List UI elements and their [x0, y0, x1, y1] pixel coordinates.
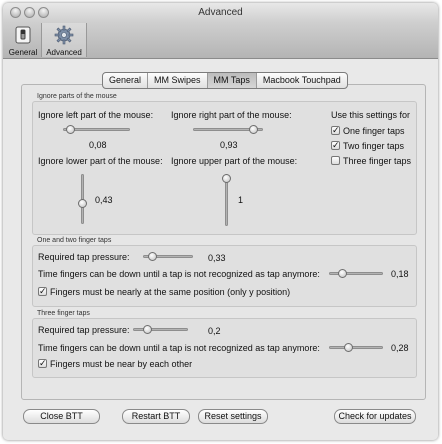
ignore-lower-slider[interactable]: [78, 174, 87, 224]
ignore-upper-label: Ignore upper part of the mouse:: [171, 156, 298, 166]
slider-knob[interactable]: [148, 252, 157, 261]
toolbar-label-advanced: Advanced: [46, 48, 82, 57]
ignore-left-value: 0,08: [89, 140, 107, 150]
time-label: Time fingers can be down until a tap is …: [38, 269, 320, 279]
ignore-left-label: Ignore left part of the mouse:: [38, 110, 154, 120]
time-value: 0,18: [391, 269, 409, 279]
one-two-section-box: Required tap pressure: 0,33 Time fingers…: [32, 245, 417, 307]
same-position-label: Fingers must be nearly at the same posit…: [50, 287, 291, 297]
ignore-upper-slider[interactable]: [222, 174, 231, 226]
title-bar: Advanced: [3, 3, 438, 22]
time-slider[interactable]: [329, 269, 383, 278]
tab-macbook-touchpad[interactable]: Macbook Touchpad: [257, 73, 347, 88]
restart-btt-button[interactable]: Restart BTT: [122, 409, 190, 424]
same-position-checkbox[interactable]: ✓: [38, 287, 47, 296]
one-two-section-title: One and two finger taps: [37, 237, 112, 244]
ignore-lower-label: Ignore lower part of the mouse:: [38, 156, 163, 166]
toolbar-item-general[interactable]: General: [7, 23, 39, 57]
two-finger-checkbox[interactable]: ✓: [331, 141, 340, 150]
pressure-label: Required tap pressure:: [38, 252, 130, 262]
three-pressure-label: Required tap pressure:: [38, 325, 130, 335]
tab-selector: General MM Swipes MM Taps Macbook Touchp…: [102, 72, 348, 89]
tab-panel: Ignore parts of the mouse Ignore left pa…: [21, 84, 426, 400]
ignore-right-slider[interactable]: [193, 125, 263, 134]
three-section-box: Required tap pressure: 0,2 Time fingers …: [32, 318, 417, 378]
three-time-slider[interactable]: [329, 343, 383, 352]
ignore-right-value: 0,93: [220, 140, 238, 150]
ignore-right-label: Ignore right part of the mouse:: [171, 110, 292, 120]
window-title: Advanced: [198, 7, 243, 18]
tab-mm-swipes[interactable]: MM Swipes: [148, 73, 208, 88]
toolbar: General Advanced: [3, 22, 438, 59]
pressure-value: 0,33: [208, 253, 226, 263]
toolbar-label-general: General: [8, 48, 38, 57]
near-label: Fingers must be near by each other: [50, 359, 193, 369]
tab-general[interactable]: General: [103, 73, 149, 88]
use-settings-label: Use this settings for: [331, 110, 411, 120]
one-finger-checkbox[interactable]: ✓: [331, 126, 340, 135]
content-area: General MM Swipes MM Taps Macbook Touchp…: [3, 59, 438, 440]
three-section-title: Three finger taps: [37, 310, 90, 317]
slider-knob[interactable]: [344, 343, 353, 352]
zoom-window-icon[interactable]: [38, 7, 49, 18]
slider-knob[interactable]: [222, 174, 231, 183]
pressure-slider[interactable]: [143, 252, 193, 261]
near-checkbox[interactable]: ✓: [38, 359, 47, 368]
slider-knob[interactable]: [66, 125, 75, 134]
slider-knob[interactable]: [143, 325, 152, 334]
three-time-value: 0,28: [391, 343, 409, 353]
reset-settings-button[interactable]: Reset settings: [198, 409, 268, 424]
ignore-section-title: Ignore parts of the mouse: [37, 93, 117, 100]
minimize-window-icon[interactable]: [24, 7, 35, 18]
check-updates-button[interactable]: Check for updates: [334, 409, 416, 424]
two-finger-label: Two finger taps: [343, 141, 405, 151]
slider-knob[interactable]: [338, 269, 347, 278]
preferences-window: Advanced General Advanced General MM Swi…: [3, 3, 438, 440]
slider-knob[interactable]: [249, 125, 258, 134]
three-finger-checkbox[interactable]: [331, 156, 340, 165]
three-pressure-slider[interactable]: [133, 325, 188, 334]
gear-icon: [54, 25, 74, 45]
tab-mm-taps[interactable]: MM Taps: [207, 73, 257, 88]
one-finger-label: One finger taps: [343, 126, 405, 136]
toolbar-item-advanced[interactable]: Advanced: [41, 23, 87, 57]
close-btt-button[interactable]: Close BTT: [23, 409, 100, 424]
three-time-label: Time fingers can be down until a tap is …: [38, 343, 320, 353]
ignore-left-slider[interactable]: [63, 125, 130, 134]
three-finger-label: Three finger taps: [343, 156, 412, 166]
three-pressure-value: 0,2: [208, 326, 221, 336]
ignore-lower-value: 0,43: [95, 195, 113, 205]
close-window-icon[interactable]: [10, 7, 21, 18]
general-switch-icon: [15, 26, 31, 44]
ignore-section-box: Ignore left part of the mouse: 0,08 Igno…: [32, 101, 417, 235]
slider-knob[interactable]: [78, 199, 87, 208]
window-controls: [10, 7, 52, 20]
ignore-upper-value: 1: [238, 195, 244, 205]
